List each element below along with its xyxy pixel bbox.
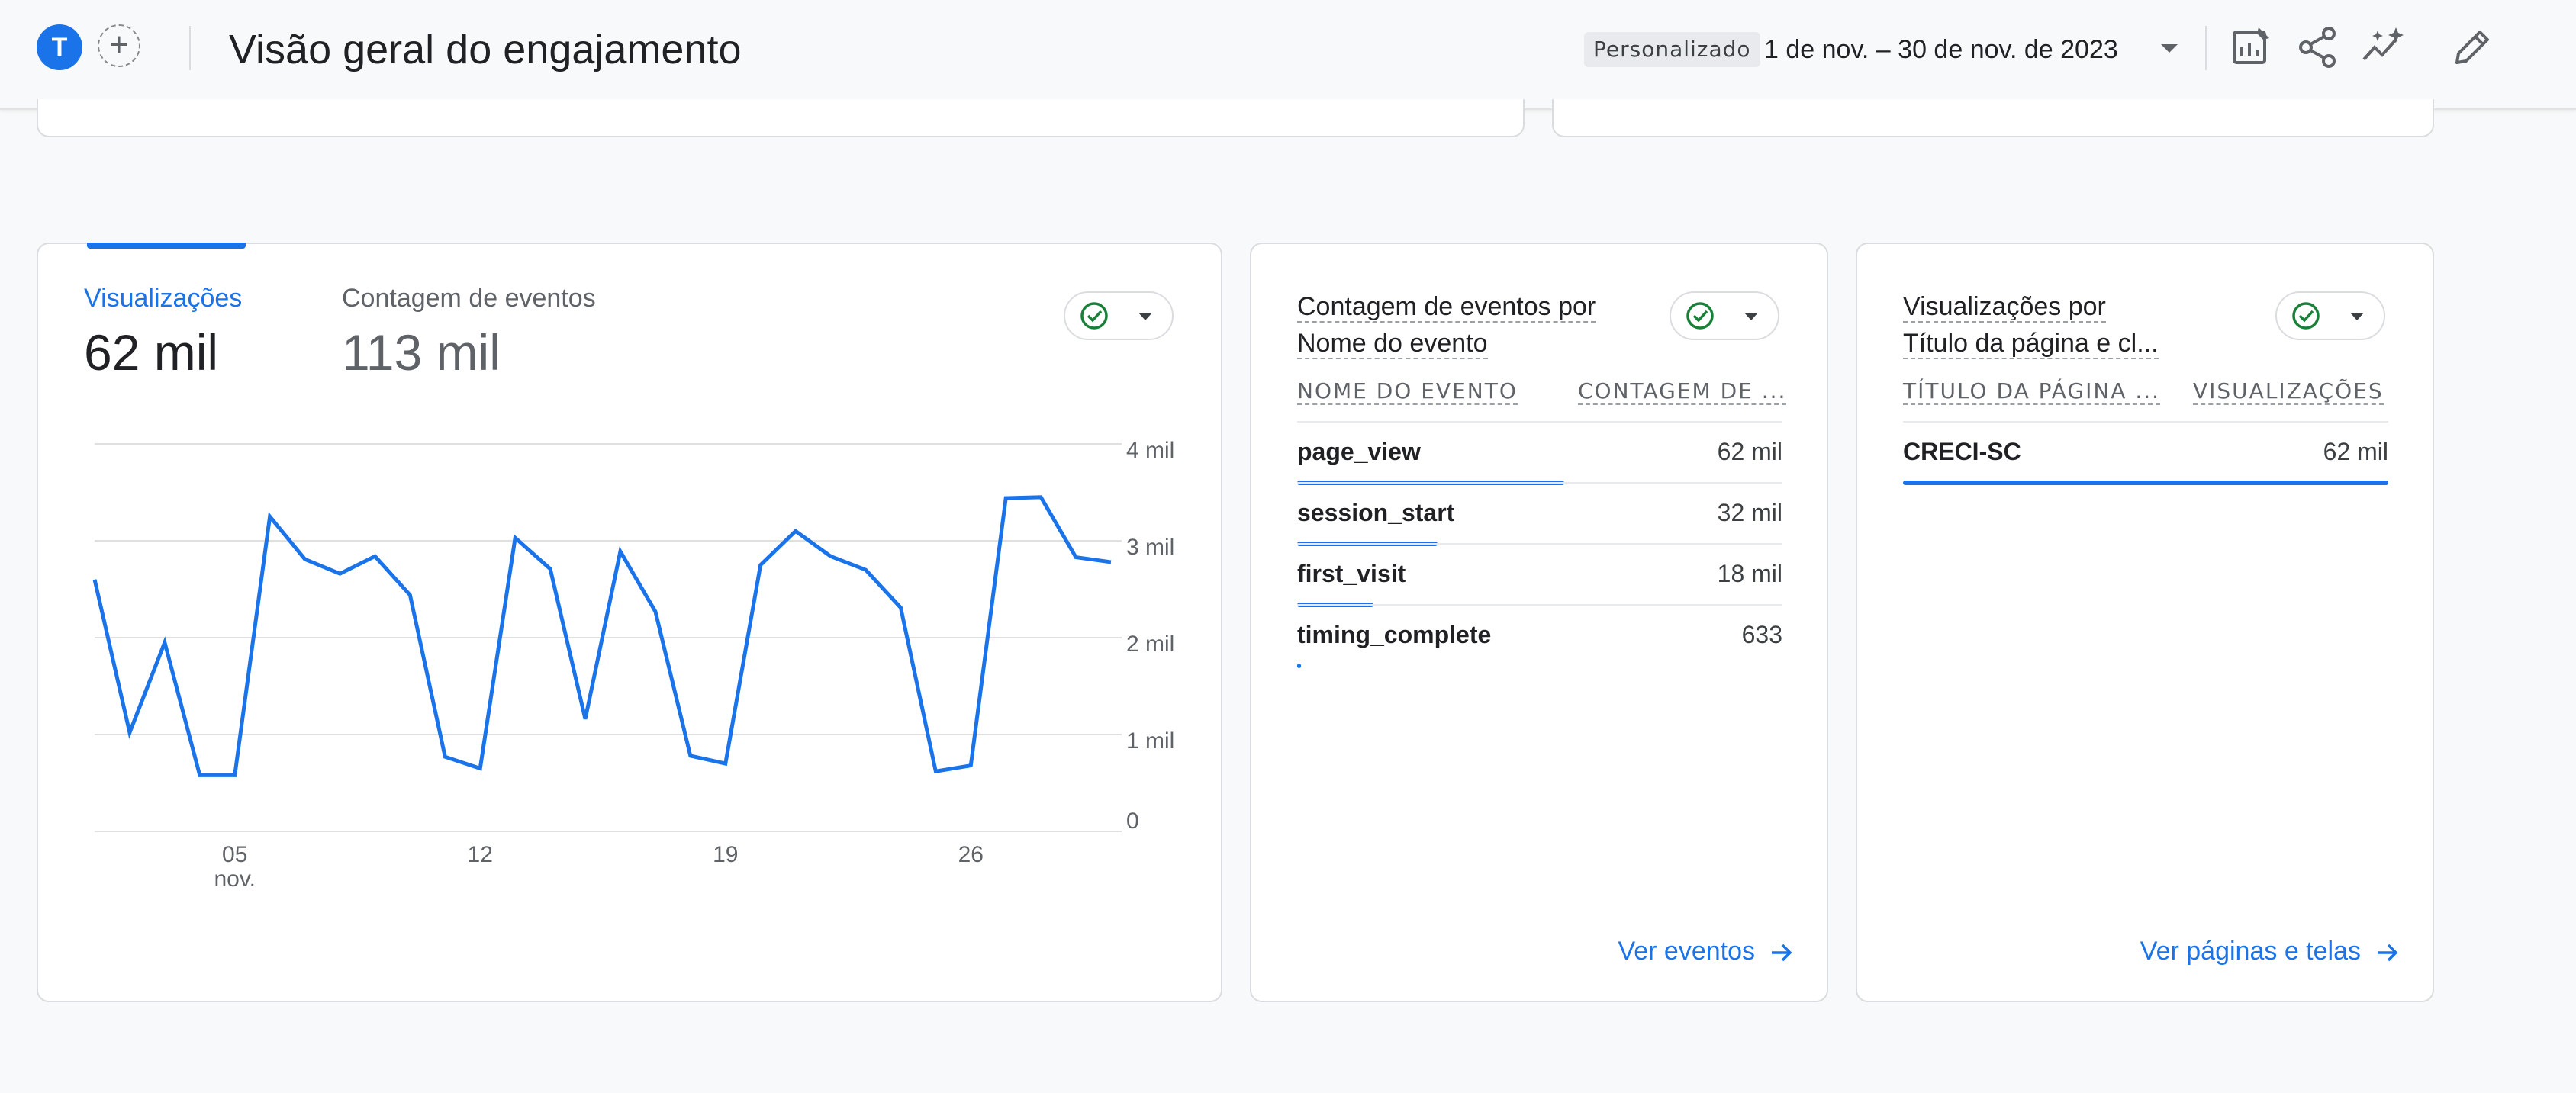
events-card-title-line1: Contagem de eventos por xyxy=(1297,292,1596,323)
pages-card-title[interactable]: Visualizações por Título da página e cl.… xyxy=(1903,288,2159,362)
user-avatar[interactable]: T xyxy=(37,24,82,70)
y-tick-label: 4 mil xyxy=(1126,438,1174,463)
column-header-event-count[interactable]: CONTAGEM DE ... xyxy=(1578,378,1787,405)
insights-icon[interactable] xyxy=(2361,24,2407,70)
page-views-cell: 62 mil xyxy=(2323,438,2388,465)
date-range-selector[interactable]: 1 de nov. – 30 de nov. de 2023 xyxy=(1764,32,2118,67)
share-icon[interactable] xyxy=(2295,24,2341,70)
date-preset-chip[interactable]: Personalizado xyxy=(1584,32,1760,67)
chevron-down-icon xyxy=(1744,313,1758,320)
table-divider xyxy=(1297,482,1782,484)
column-header-views[interactable]: VISUALIZAÇÕES xyxy=(2193,378,2384,405)
pages-card-title-line2: Título da página e cl... xyxy=(1903,329,2159,359)
x-tick-label: 19 xyxy=(713,842,738,867)
table-divider xyxy=(1297,543,1782,545)
ver-eventos-link[interactable]: Ver eventos xyxy=(1618,937,1793,966)
event-name: timing_complete xyxy=(1297,621,1492,648)
pages-table-card: Visualizações por Título da página e cl.… xyxy=(1856,243,2434,1002)
arrow-right-icon xyxy=(2378,944,2398,962)
previous-card-right xyxy=(1552,99,2434,137)
chevron-down-icon xyxy=(2350,313,2364,320)
chevron-down-icon[interactable] xyxy=(2161,44,2178,53)
ver-paginas-link[interactable]: Ver páginas e telas xyxy=(2140,937,2399,966)
y-tick-label: 2 mil xyxy=(1126,632,1174,657)
pages-comparison-chip[interactable] xyxy=(2275,291,2385,340)
events-comparison-chip[interactable] xyxy=(1670,291,1779,340)
event-count: 633 xyxy=(1741,621,1782,648)
ver-eventos-label: Ver eventos xyxy=(1618,937,1755,966)
edit-icon[interactable] xyxy=(2449,24,2495,70)
event-count: 62 mil xyxy=(1717,438,1782,465)
metrics-chart-card: Visualizações 62 mil Contagem de eventos… xyxy=(37,243,1222,1002)
check-circle-icon xyxy=(2292,302,2320,330)
events-card-title-line2: Nome do evento xyxy=(1297,329,1488,359)
arrow-right-icon xyxy=(1772,944,1792,962)
previous-card-left xyxy=(37,99,1525,137)
column-header-page-title[interactable]: TÍTULO DA PÁGINA ... xyxy=(1903,378,2161,405)
add-comparison-button[interactable]: + xyxy=(98,24,140,67)
column-header-event-name[interactable]: NOME DO EVENTO xyxy=(1297,378,1518,405)
check-circle-icon xyxy=(1686,302,1714,330)
page-title: Visão geral do engajamento xyxy=(229,27,742,72)
customize-report-icon[interactable] xyxy=(2228,24,2274,70)
line-chart: 4 mil 3 mil 2 mil 1 mil 0 05nov. 12 19 26 xyxy=(92,438,1174,892)
event-name: first_visit xyxy=(1297,560,1406,587)
top-header: T + Visão geral do engajamento Personali… xyxy=(0,0,2576,110)
x-tick-label: 12 xyxy=(468,842,493,867)
x-tick-label: 26 xyxy=(958,842,984,867)
event-name: session_start xyxy=(1297,499,1455,526)
event-count: 18 mil xyxy=(1717,560,1782,587)
table-divider xyxy=(1297,421,1782,423)
events-table-card: Contagem de eventos por Nome do evento N… xyxy=(1250,243,1828,1002)
events-card-title[interactable]: Contagem de eventos por Nome do evento xyxy=(1297,288,1596,362)
page-title-cell: CRECI-SC xyxy=(1903,438,2021,465)
header-divider-2 xyxy=(2205,26,2207,70)
ver-paginas-label: Ver páginas e telas xyxy=(2140,937,2361,966)
share-bar xyxy=(1297,664,1301,668)
header-divider xyxy=(189,26,191,70)
share-bar xyxy=(1903,481,2388,485)
pages-card-title-line1: Visualizações por xyxy=(1903,292,2106,323)
series-line xyxy=(92,495,1112,777)
y-tick-label: 0 xyxy=(1126,808,1139,834)
x-tick-label: 05 xyxy=(222,842,247,867)
event-count: 32 mil xyxy=(1717,499,1782,526)
y-tick-label: 1 mil xyxy=(1126,728,1174,754)
x-tick-sublabel: nov. xyxy=(214,866,255,892)
event-name: page_view xyxy=(1297,438,1421,465)
y-tick-label: 3 mil xyxy=(1126,535,1174,560)
table-divider xyxy=(1297,604,1782,606)
table-divider xyxy=(1903,421,2388,423)
